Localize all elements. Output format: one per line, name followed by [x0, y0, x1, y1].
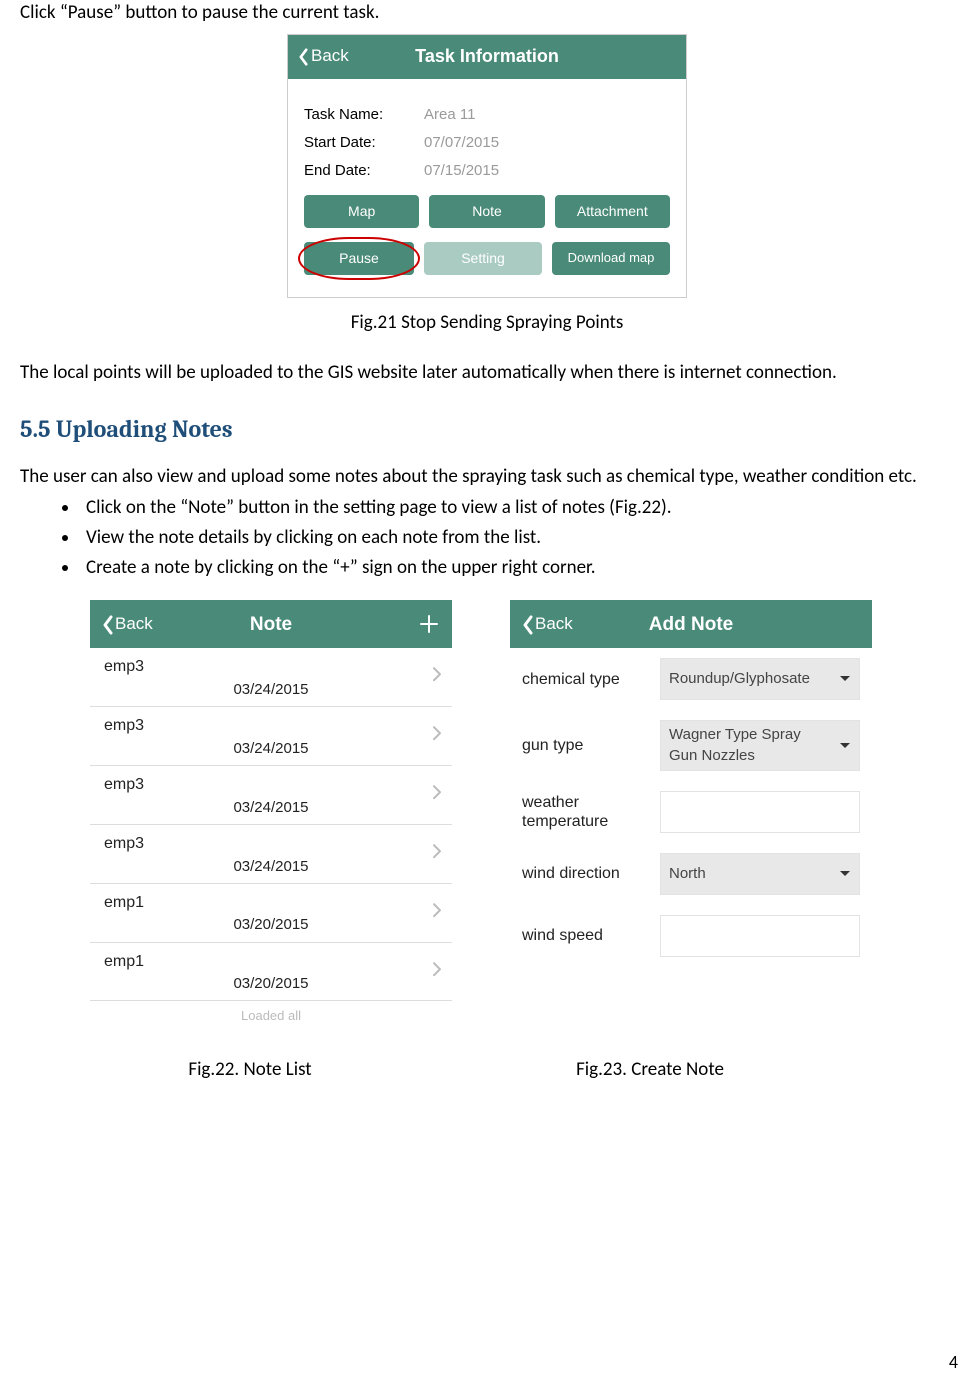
kv-label: End Date: — [304, 161, 424, 181]
form-row-winddir: wind direction North — [510, 843, 872, 905]
note-date: 03/20/2015 — [104, 915, 438, 935]
figures-row: Back Note emp3 03/24/2015 emp3 03/24/201… — [90, 600, 954, 1035]
chevron-right-icon — [432, 959, 442, 985]
fig22-caption: Fig.22. Note List — [20, 1057, 440, 1083]
bullet-list: Click on the “Note” button in the settin… — [20, 495, 954, 580]
wind-direction-select[interactable]: North — [660, 853, 860, 895]
note-list: emp3 03/24/2015 emp3 03/24/2015 emp3 03/… — [90, 648, 452, 1035]
field-label: chemical type — [522, 670, 650, 689]
note-date: 03/24/2015 — [104, 680, 438, 700]
field-value: North — [669, 864, 706, 884]
kv-value: Area 11 — [424, 105, 475, 125]
pause-button[interactable]: Pause — [304, 242, 414, 275]
fig23-phone: Back Add Note chemical type Roundup/Glyp… — [510, 600, 872, 1035]
kv-row: Task Name: Area 11 — [304, 105, 670, 125]
note-name: emp3 — [104, 774, 438, 796]
gun-type-select[interactable]: Wagner Type Spray Gun Nozzles — [660, 720, 860, 771]
section-paragraph: The user can also view and upload some n… — [20, 464, 954, 490]
fig23-caption: Fig.23. Create Note — [440, 1057, 860, 1083]
chevron-right-icon — [432, 665, 442, 691]
fig21-header: Back Task Information — [288, 35, 686, 79]
fig21-body: Task Name: Area 11 Start Date: 07/07/201… — [288, 79, 686, 298]
button-row-1: Map Note Attachment — [304, 195, 670, 228]
chevron-right-icon — [432, 723, 442, 749]
weather-temperature-input[interactable] — [660, 791, 860, 833]
field-value: Wagner Type Spray Gun Nozzles — [669, 725, 831, 766]
kv-label: Task Name: — [304, 105, 424, 125]
note-name: emp3 — [104, 656, 438, 678]
back-label: Back — [311, 45, 349, 68]
bullet-item: View the note details by clicking on eac… — [80, 525, 954, 551]
chevron-left-icon — [298, 48, 309, 66]
note-name: emp3 — [104, 715, 438, 737]
form-row-chemical: chemical type Roundup/Glyphosate — [510, 648, 872, 710]
list-item[interactable]: emp3 03/24/2015 — [90, 766, 452, 825]
kv-value: 07/07/2015 — [424, 133, 499, 153]
list-item[interactable]: emp3 03/24/2015 — [90, 707, 452, 766]
chemical-type-select[interactable]: Roundup/Glyphosate — [660, 658, 860, 700]
list-item[interactable]: emp1 03/20/2015 — [90, 943, 452, 1002]
field-label: wind speed — [522, 926, 650, 945]
attachment-button[interactable]: Attachment — [555, 195, 670, 228]
field-label: weather temperature — [522, 793, 650, 831]
loaded-all-text: Loaded all — [90, 1001, 452, 1035]
after-fig21-text: The local points will be uploaded to the… — [20, 360, 954, 386]
download-map-button[interactable]: Download map — [552, 242, 670, 275]
chevron-left-icon — [102, 615, 113, 633]
form-row-gun: gun type Wagner Type Spray Gun Nozzles — [510, 710, 872, 781]
chevron-right-icon — [432, 900, 442, 926]
chevron-down-icon — [839, 675, 851, 683]
note-name: emp3 — [104, 833, 438, 855]
field-label: gun type — [522, 736, 650, 755]
back-label: Back — [115, 613, 153, 636]
kv-value: 07/15/2015 — [424, 161, 499, 181]
note-date: 03/20/2015 — [104, 974, 438, 994]
kv-label: Start Date: — [304, 133, 424, 153]
note-date: 03/24/2015 — [104, 798, 438, 818]
field-label: wind direction — [522, 864, 650, 883]
map-button[interactable]: Map — [304, 195, 419, 228]
note-date: 03/24/2015 — [104, 739, 438, 759]
fig21-phone: Back Task Information Task Name: Area 11… — [287, 34, 687, 299]
page-number: 4 — [949, 1350, 958, 1374]
chevron-down-icon — [839, 742, 851, 750]
fig22-phone: Back Note emp3 03/24/2015 emp3 03/24/201… — [90, 600, 452, 1035]
back-button[interactable]: Back — [298, 45, 349, 68]
fig22-header: Back Note — [90, 600, 452, 648]
intro-text: Click “Pause” button to pause the curren… — [20, 0, 954, 26]
setting-button[interactable]: Setting — [424, 242, 542, 275]
list-item[interactable]: emp3 03/24/2015 — [90, 648, 452, 707]
fig22-23-captions: Fig.22. Note List Fig.23. Create Note — [20, 1057, 954, 1083]
wind-speed-input[interactable] — [660, 915, 860, 957]
chevron-right-icon — [432, 841, 442, 867]
chevron-down-icon — [839, 870, 851, 878]
kv-row: Start Date: 07/07/2015 — [304, 133, 670, 153]
chevron-left-icon — [522, 615, 533, 633]
bullet-item: Click on the “Note” button in the settin… — [80, 495, 954, 521]
note-button[interactable]: Note — [429, 195, 544, 228]
back-label: Back — [535, 613, 573, 636]
note-name: emp1 — [104, 892, 438, 914]
kv-row: End Date: 07/15/2015 — [304, 161, 670, 181]
form-row-windspd: wind speed — [510, 905, 872, 967]
back-button[interactable]: Back — [522, 613, 573, 636]
back-button[interactable]: Back — [102, 613, 153, 636]
fig21-caption: Fig.21 Stop Sending Spraying Points — [20, 310, 954, 336]
button-row-2: Pause Setting Download map — [304, 242, 670, 275]
list-item[interactable]: emp3 03/24/2015 — [90, 825, 452, 884]
field-value: Roundup/Glyphosate — [669, 669, 810, 689]
list-item[interactable]: emp1 03/20/2015 — [90, 884, 452, 943]
note-date: 03/24/2015 — [104, 857, 438, 877]
bullet-item: Create a note by clicking on the “+” sig… — [80, 555, 954, 581]
fig23-header: Back Add Note — [510, 600, 872, 648]
chevron-right-icon — [432, 782, 442, 808]
section-heading: 5.5 Uploading Notes — [20, 413, 954, 445]
note-name: emp1 — [104, 951, 438, 973]
form-row-weather: weather temperature — [510, 781, 872, 843]
pause-highlight: Pause — [304, 242, 414, 275]
add-note-button[interactable] — [418, 613, 440, 635]
